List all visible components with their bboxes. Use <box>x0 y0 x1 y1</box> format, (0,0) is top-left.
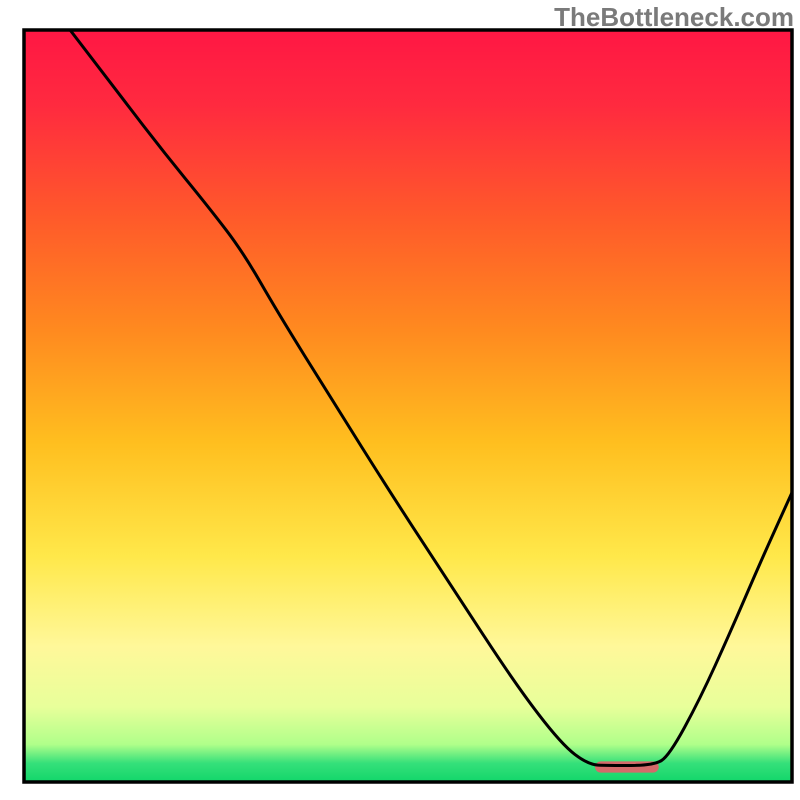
chart-svg <box>0 0 800 800</box>
plot-background <box>24 30 792 782</box>
chart-root: TheBottleneck.com <box>0 0 800 800</box>
watermark-text: TheBottleneck.com <box>554 2 794 33</box>
